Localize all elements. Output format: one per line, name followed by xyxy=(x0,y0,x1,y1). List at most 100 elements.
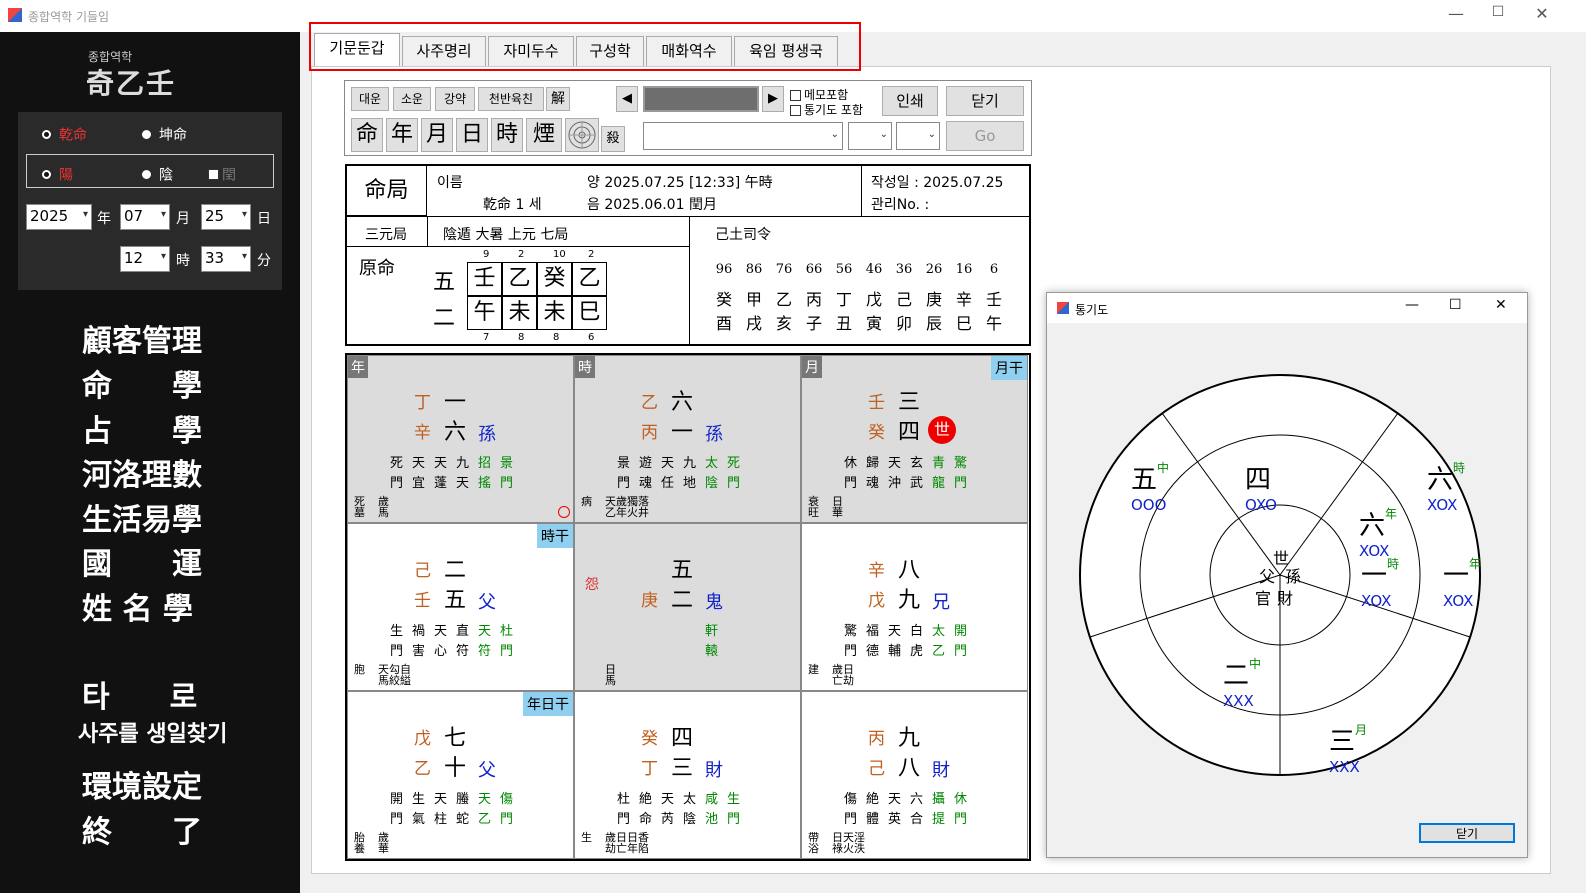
palace-god: 驚 xyxy=(844,624,858,639)
daeun-button[interactable]: 대운 xyxy=(351,87,389,111)
radio-male[interactable]: 乾命 xyxy=(42,124,87,145)
hour-select[interactable]: 12 ▾ xyxy=(120,246,170,272)
compass-button[interactable] xyxy=(565,118,599,152)
daeun-age: 46 xyxy=(865,262,883,277)
radio-icon xyxy=(142,130,151,139)
chevron-down-icon: ▾ xyxy=(241,251,247,262)
palace-god: 生 xyxy=(390,624,404,639)
menu-haklak[interactable]: 河洛理數 xyxy=(82,450,202,494)
close-button[interactable]: 닫기 xyxy=(946,86,1024,116)
palace-cell[interactable]: 辛八戊九兄驚門福德天輔白虎太乙開門建歲日 亡劫 xyxy=(801,523,1028,691)
chevron-down-icon: ▾ xyxy=(241,209,247,220)
palace-stem2: 丙 xyxy=(641,423,658,443)
palace-god: 乙 xyxy=(478,812,492,827)
radio-female[interactable]: 坤命 xyxy=(142,124,187,145)
palace-god: 門 xyxy=(727,812,741,827)
menu-birthday[interactable]: 사주를 생일찾기 xyxy=(78,716,227,748)
tonggi-checkbox[interactable]: 통기도 포함 xyxy=(790,101,863,118)
menu-settings[interactable]: 環境設定 xyxy=(82,762,202,806)
palace-cell[interactable]: 年丁一辛六孫死門天宜天蓬九天招搖景門死 墓歲 馬 xyxy=(347,355,574,523)
palace-side: 怨 xyxy=(585,577,599,593)
prev-button[interactable]: ◀ xyxy=(616,86,638,112)
minute-select[interactable]: 33 ▾ xyxy=(201,246,251,272)
go-button[interactable]: Go xyxy=(946,121,1024,151)
palace-god: 死 xyxy=(727,456,741,471)
print-button[interactable]: 인쇄 xyxy=(882,86,938,116)
soun-button[interactable]: 소운 xyxy=(393,87,431,111)
menu-gugun[interactable]: 國 運 xyxy=(82,539,202,583)
palace-cell[interactable]: 月月干壬三癸四世休門歸魂天沖玄武青龍驚門衰 旺日 華 xyxy=(801,355,1028,523)
palace-stem1: 己 xyxy=(414,561,431,581)
month-select[interactable]: 07 ▾ xyxy=(120,204,170,230)
palace-god: 門 xyxy=(390,644,404,659)
menu-tarot[interactable]: 타 로 xyxy=(82,672,197,716)
maximize-button[interactable]: ☐ xyxy=(1449,297,1462,313)
close-window-button[interactable]: ✕ xyxy=(1522,4,1562,23)
palace-god: 攝 xyxy=(932,792,946,807)
combo-small-1[interactable]: ⌄ xyxy=(848,122,892,150)
daeun-age: 66 xyxy=(805,262,823,277)
myeong-button[interactable]: 命 xyxy=(351,118,383,152)
palace-god: 陰 xyxy=(683,812,697,827)
palace-cell[interactable]: 丙九己八財傷門絶體天英六合攝提休門帶 浴日天淫 祿火泆 xyxy=(801,691,1028,859)
hae-button[interactable]: 解 xyxy=(546,87,570,111)
palace-num1: 九 xyxy=(898,726,921,751)
center-right: 孫 xyxy=(1285,567,1302,586)
menu-customer[interactable]: 顧客管理 xyxy=(82,316,202,360)
menu-jeomhak[interactable]: 占 學 xyxy=(82,406,202,450)
palace-god: 杜 xyxy=(500,624,514,639)
palace-cell[interactable]: 時干己二壬五父生門禍害天心直符天符杜門胞天勾自 馬絞縊 xyxy=(347,523,574,691)
daeun-branch: 亥 xyxy=(775,314,792,333)
menu-exit[interactable]: 終 了 xyxy=(82,807,202,851)
palace-sinsal: 日 馬 xyxy=(605,663,616,687)
checkbox-leap[interactable]: 閏 xyxy=(208,164,236,185)
dialog-close-button[interactable]: 닫기 xyxy=(1419,823,1515,843)
pillar-top-num: 2 xyxy=(588,249,595,260)
palace-god: 天 xyxy=(888,624,902,639)
palace-cell[interactable]: 癸四丁三財杜門絶命天芮太陰咸池生門生歲日日香 劫亡年陷 xyxy=(574,691,801,859)
minute-unit: 分 xyxy=(257,253,271,269)
smoke-button[interactable]: 煙 xyxy=(526,118,562,152)
month-unit: 月 xyxy=(176,211,190,227)
combo-main[interactable]: ⌄ xyxy=(643,122,843,150)
close-window-button[interactable]: ✕ xyxy=(1495,297,1507,313)
palace-cell[interactable]: 年日干戊七乙十父開門生氣天柱螣蛇天乙傷門胎 養歲 華 xyxy=(347,691,574,859)
radio-lunar[interactable]: 陰 xyxy=(142,164,173,185)
maximize-button[interactable]: ☐ xyxy=(1478,4,1518,20)
daeun-branch: 卯 xyxy=(895,314,912,333)
daeun-age: 6 xyxy=(989,262,999,277)
daeun-age: 56 xyxy=(835,262,853,277)
year-button[interactable]: 年 xyxy=(386,118,418,152)
month-button[interactable]: 月 xyxy=(421,118,453,152)
palace-god: 天 xyxy=(888,456,902,471)
palace-god: 地 xyxy=(683,476,697,491)
combo-small-2[interactable]: ⌄ xyxy=(896,122,940,150)
palace-stage: 死 墓 xyxy=(354,495,365,519)
tonggi-item: 一年 XOX xyxy=(1443,555,1481,610)
daeun-stem: 乙 xyxy=(775,290,792,309)
palace-badge: 時干 xyxy=(537,524,573,548)
palace-god: 直 xyxy=(456,624,470,639)
day-button[interactable]: 日 xyxy=(456,118,488,152)
checkbox-icon xyxy=(790,90,801,101)
palace-cell[interactable]: 怨 五庚二鬼軒轅日 馬 xyxy=(574,523,801,691)
divider xyxy=(689,216,690,344)
menu-saenghwal[interactable]: 生活易學 xyxy=(82,495,202,539)
day-unit: 日 xyxy=(257,211,271,227)
minimize-button[interactable]: — xyxy=(1405,297,1419,313)
gangyak-button[interactable]: 강약 xyxy=(435,87,475,111)
minimize-button[interactable]: — xyxy=(1436,4,1476,23)
menu-seongmyeong[interactable]: 姓 名 學 xyxy=(82,584,193,628)
center-bottom-left: 官 xyxy=(1255,589,1272,608)
daeun-stem: 戊 xyxy=(865,290,882,309)
time-button[interactable]: 時 xyxy=(491,118,523,152)
year-select[interactable]: 2025 ▾ xyxy=(26,204,92,230)
radio-solar[interactable]: 陽 xyxy=(42,164,73,185)
next-button[interactable]: ▶ xyxy=(762,86,784,112)
sal-button[interactable]: 殺 xyxy=(601,126,625,152)
cheonban-button[interactable]: 천반육친 xyxy=(478,87,544,111)
palace-cell[interactable]: 時乙六丙一孫景門遊魂天任九地太陰死門病天歲獨落 乙年火井 xyxy=(574,355,801,523)
menu-myeonghak[interactable]: 命 學 xyxy=(82,361,202,405)
palace-god: 天 xyxy=(412,456,426,471)
day-select[interactable]: 25 ▾ xyxy=(201,204,251,230)
